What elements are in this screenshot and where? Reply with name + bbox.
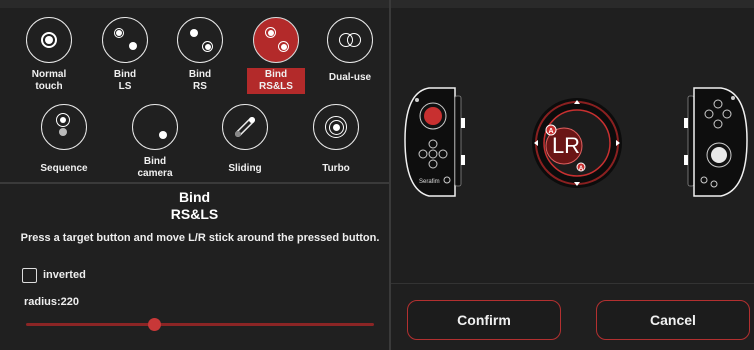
mode-bind-rs-ls[interactable]: Bind RS&LS [247,17,305,94]
mode-label: Sequence [40,163,88,174]
mode-label: Normal touch [31,69,67,92]
badge-a-top: A [548,128,553,135]
mode-label: Bind RS&LS [247,68,305,94]
description-text: Press a target button and move L/R stick… [20,232,380,244]
actions-divider [391,283,754,284]
description-title-line1: Bind [178,189,211,205]
mode-label: Sliding [228,163,262,174]
mode-label: Bind RS [188,69,212,92]
mode-label: Turbo [322,163,350,174]
bind-rs-ls-icon [253,17,299,63]
mode-normal-touch[interactable]: Normal touch [26,17,72,94]
turbo-icon [313,104,359,150]
dual-use-icon [327,17,373,63]
mode-dual-use[interactable]: Dual-use [327,17,373,85]
mode-label: Bind LS [113,69,137,92]
bind-ls-icon [102,17,148,63]
mode-turbo[interactable]: Turbo [313,104,359,176]
sliding-icon [222,104,268,150]
inverted-checkbox[interactable] [22,268,37,283]
mode-bind-rs[interactable]: Bind RS [177,17,223,94]
normal-touch-icon [26,17,72,63]
mode-label: Bind camera [137,156,173,179]
controller-brand-text: Serafim [419,179,440,185]
section-divider [0,182,389,184]
badge-a-bottom: A [579,166,584,172]
radius-label: radius:220 [24,296,80,308]
sequence-icon [41,104,87,150]
inverted-label: inverted [43,269,86,281]
mode-sliding[interactable]: Sliding [222,104,268,176]
controller-preview: Serafim LR A A [404,87,748,197]
lr-center-label: LR [552,133,580,158]
bind-rs-icon [177,17,223,63]
cancel-button[interactable]: Cancel [596,300,750,340]
confirm-button[interactable]: Confirm [407,300,561,340]
radius-slider-track[interactable] [26,323,374,326]
bind-camera-icon [132,104,178,150]
right-controller-icon [684,87,748,197]
mode-bind-camera[interactable]: Bind camera [132,104,178,181]
mode-sequence[interactable]: Sequence [40,104,88,176]
mode-bind-ls[interactable]: Bind LS [102,17,148,94]
mode-label: Dual-use [328,72,372,83]
description-title-line2: RS&LS [170,206,219,222]
